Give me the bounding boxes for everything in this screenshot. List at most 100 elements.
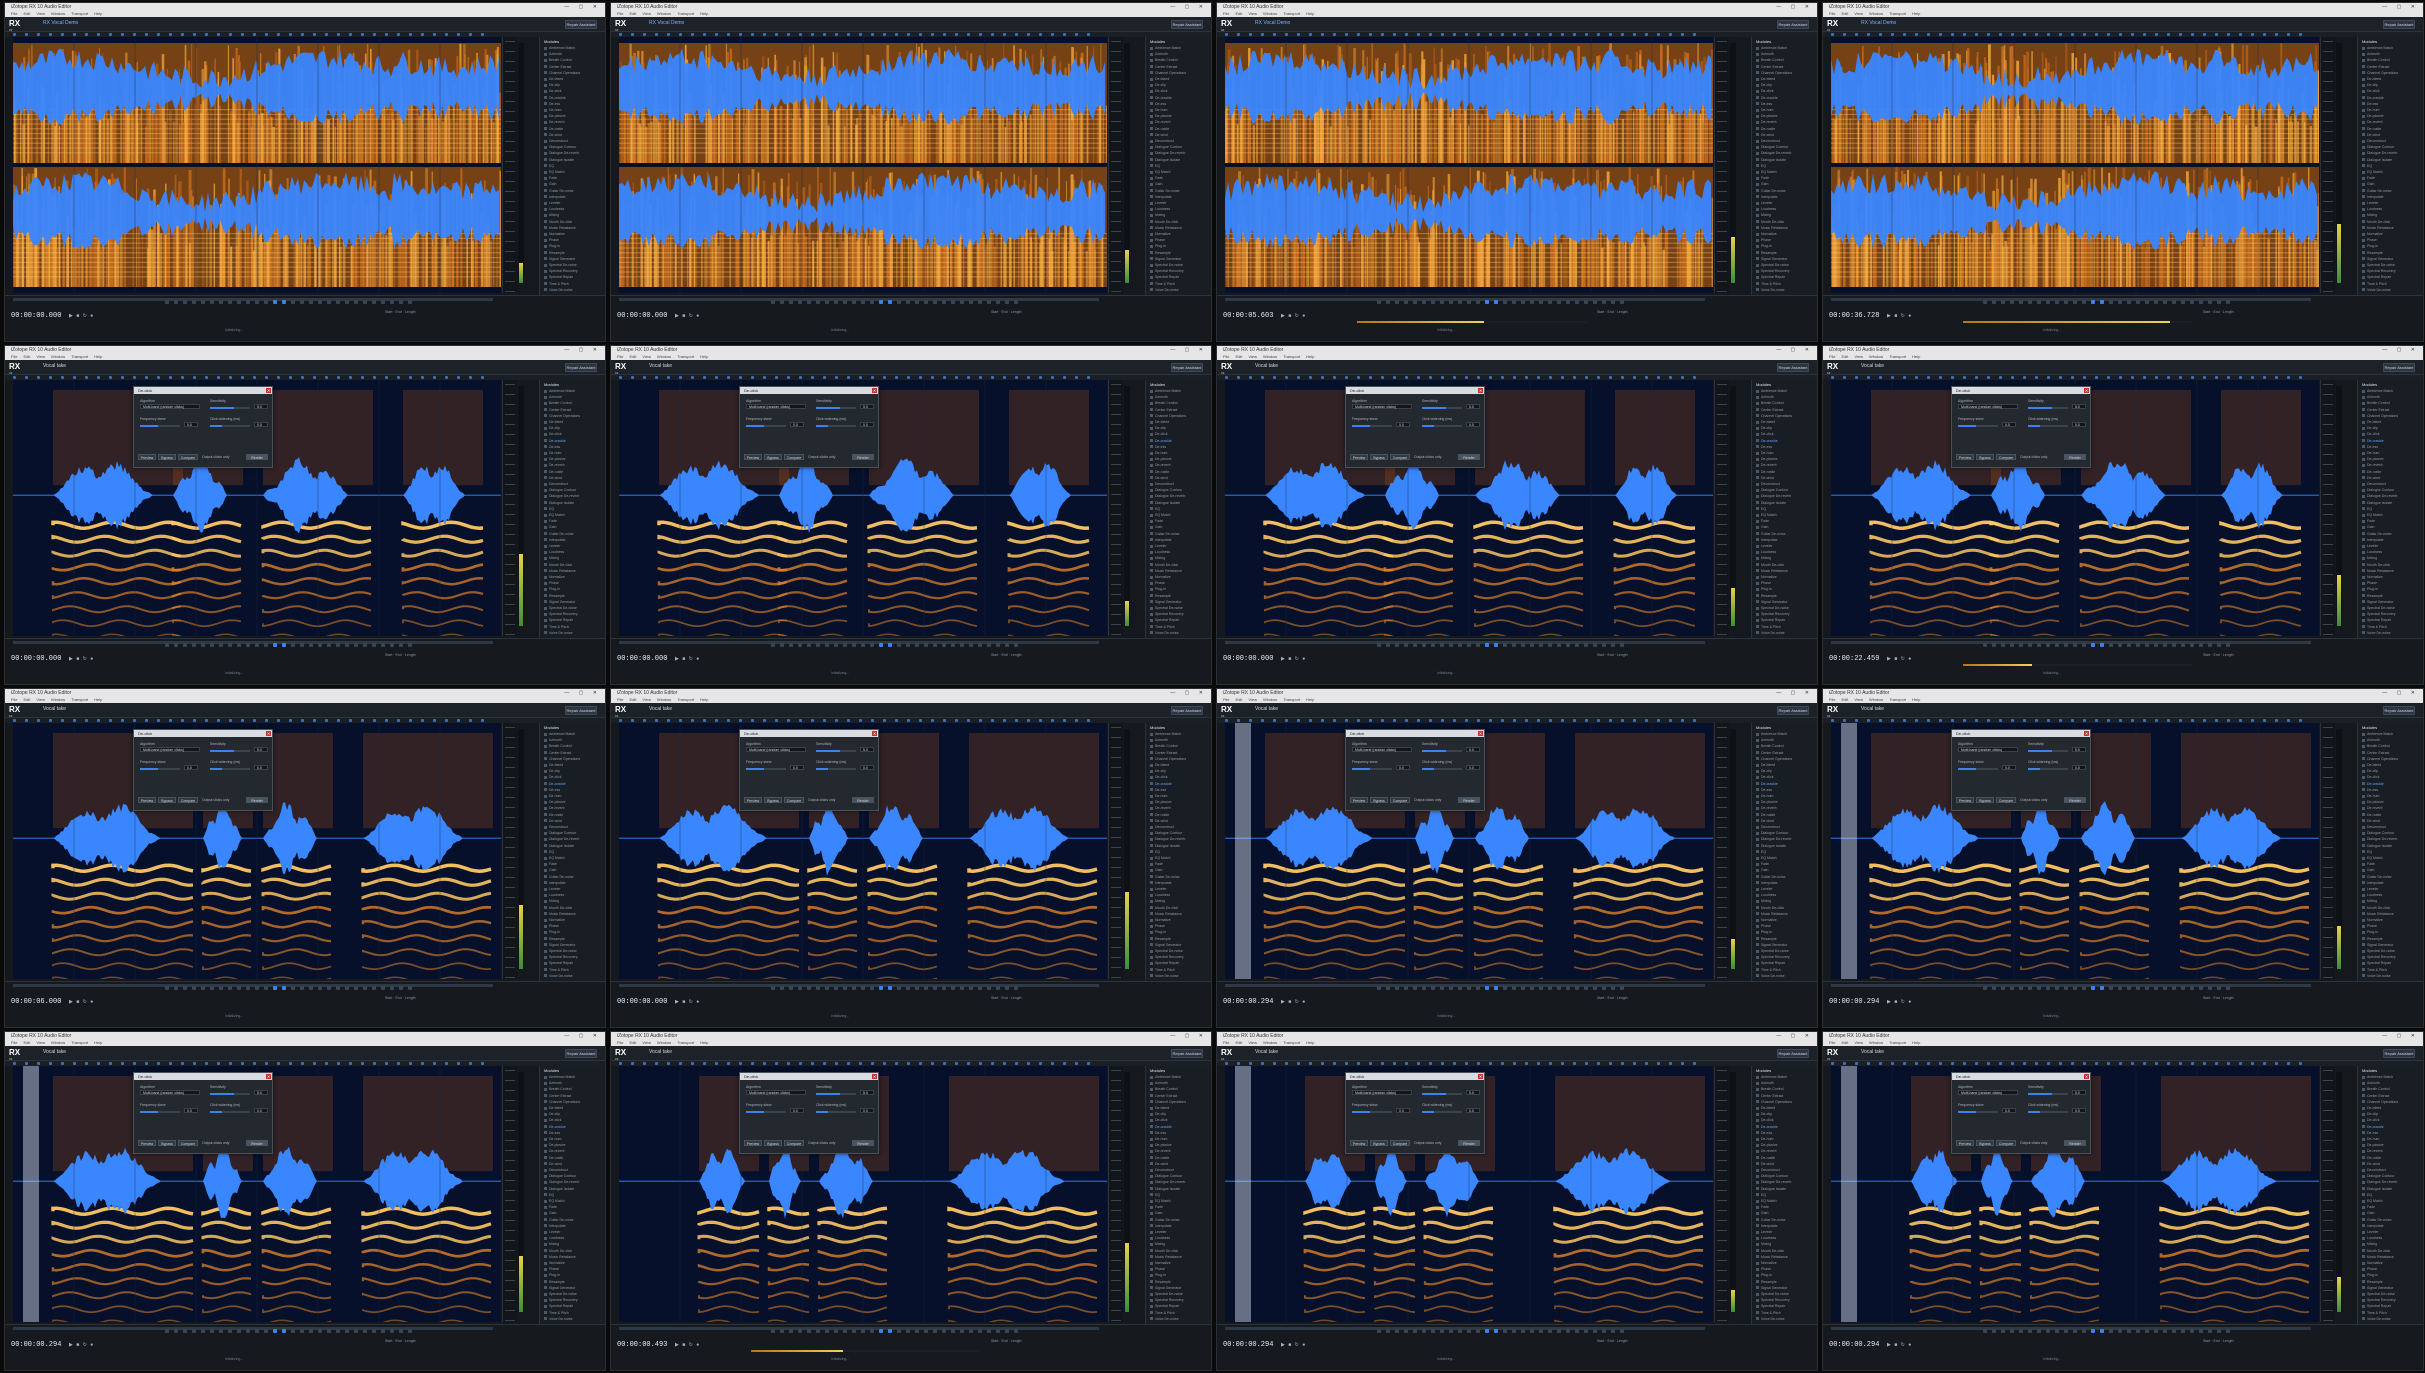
toolbar-tool-icon[interactable]: [2055, 300, 2059, 304]
toolbar-tool-icon[interactable]: [309, 300, 313, 304]
toolbar-tool-icon[interactable]: [363, 643, 367, 647]
module-item[interactable]: De-hum: [2362, 108, 2418, 113]
module-item[interactable]: Spectral Recovery: [2362, 612, 2418, 617]
menu-view[interactable]: View: [642, 11, 651, 16]
frequency-skew-value[interactable]: 0.0: [184, 422, 198, 427]
toolbar-tool-icon[interactable]: [183, 643, 187, 647]
module-item[interactable]: Gain: [2362, 182, 2418, 187]
toolbar-tool-icon[interactable]: [309, 643, 313, 647]
module-item[interactable]: Spectral Repair: [544, 618, 600, 623]
module-item[interactable]: Dialogue Contour: [1150, 145, 1206, 150]
menu-file[interactable]: File: [1829, 11, 1835, 16]
toolbar-tool-icon[interactable]: [345, 986, 349, 990]
module-item[interactable]: Azimuth: [1150, 395, 1206, 400]
module-item[interactable]: Dialogue Contour: [544, 488, 600, 493]
toolbar-tool-icon[interactable]: [960, 986, 964, 990]
module-item[interactable]: EQ: [544, 507, 600, 512]
module-item[interactable]: De-clip: [1756, 83, 1812, 88]
module-item[interactable]: De-reverb: [1150, 463, 1206, 468]
record-icon[interactable]: ●: [696, 313, 700, 319]
transport-controls[interactable]: ▶ ■ ↻ ●: [1281, 313, 1306, 319]
toolbar-tool-icon[interactable]: [219, 643, 223, 647]
toolbar-tool-icon[interactable]: [2154, 300, 2158, 304]
toolbar-tool-icon[interactable]: [1458, 643, 1462, 647]
toolbar-tool-icon[interactable]: [291, 300, 295, 304]
window-controls[interactable]: — ▢ ✕: [564, 689, 601, 697]
module-item[interactable]: De-bleed: [1150, 77, 1206, 82]
module-item[interactable]: Spectral Recovery: [544, 612, 600, 617]
menu-transport[interactable]: Transport: [1283, 11, 1300, 16]
module-item[interactable]: De-ess: [544, 445, 600, 450]
toolbar-tool-icon[interactable]: [201, 643, 205, 647]
module-item[interactable]: Mixing: [2362, 213, 2418, 218]
module-item[interactable]: Mouth De-click: [2362, 220, 2418, 225]
menu-window[interactable]: Window: [657, 697, 671, 702]
module-item[interactable]: De-plosive: [544, 114, 600, 119]
algorithm-select[interactable]: Multi-band (random clicks): [1958, 404, 2018, 409]
toolbar-tool-icon[interactable]: [2190, 643, 2194, 647]
toolbar-tool-icon[interactable]: [942, 300, 946, 304]
toolbar-tool-icon[interactable]: [870, 300, 874, 304]
module-item[interactable]: Resample: [1756, 594, 1812, 599]
toolbar-tool-icon[interactable]: [210, 643, 214, 647]
module-item[interactable]: Mixing: [1756, 213, 1812, 218]
module-item[interactable]: Ambience Match: [1756, 389, 1812, 394]
module-item[interactable]: Guitar De-noise: [544, 875, 600, 880]
menu-transport[interactable]: Transport: [677, 11, 694, 16]
toolbar-tool-icon[interactable]: [2064, 300, 2068, 304]
module-item[interactable]: De-rustle: [544, 813, 600, 818]
module-item[interactable]: De-rustle: [1756, 127, 1812, 132]
module-item[interactable]: Loudness: [2362, 550, 2418, 555]
window-controls[interactable]: — ▢ ✕: [2382, 3, 2419, 11]
toolbar-tool-icon[interactable]: [987, 986, 991, 990]
record-icon[interactable]: ●: [1908, 656, 1912, 662]
bypass-button[interactable]: Bypass: [1976, 454, 1994, 460]
toolbar-tool-icon[interactable]: [2136, 643, 2140, 647]
toolbar-tool-icon[interactable]: [771, 300, 775, 304]
menu-window[interactable]: Window: [51, 11, 65, 16]
toolbar-tool-icon[interactable]: [1431, 643, 1435, 647]
module-item[interactable]: De-hum: [544, 108, 600, 113]
loop-icon[interactable]: ↻: [83, 999, 88, 1005]
stop-icon[interactable]: ■: [682, 656, 686, 662]
module-item[interactable]: Deconstruct: [1756, 139, 1812, 144]
frequency-skew-value[interactable]: 0.0: [790, 765, 804, 770]
toolbar-tool-icon[interactable]: [327, 300, 331, 304]
module-item[interactable]: Spectral Recovery: [1756, 612, 1812, 617]
toolbar-tool-icon[interactable]: [978, 986, 982, 990]
repair-assistant-button[interactable]: Repair Assistant: [1171, 363, 1203, 372]
click-widening-value[interactable]: 0.0: [1466, 422, 1480, 427]
menu-window[interactable]: Window: [1263, 11, 1277, 16]
module-item[interactable]: Breath Control: [544, 401, 600, 406]
module-item[interactable]: Mouth De-click: [1150, 906, 1206, 911]
toolbar-tool-icon[interactable]: [1566, 643, 1570, 647]
toolbar-tool-icon[interactable]: [789, 300, 793, 304]
module-item[interactable]: De-clip: [544, 83, 600, 88]
module-item[interactable]: Center Extract: [544, 65, 600, 70]
toolbar-tool-icon[interactable]: [843, 643, 847, 647]
module-item[interactable]: Normalize: [2362, 575, 2418, 580]
toolbar-tool-icon[interactable]: [1422, 300, 1426, 304]
toolbar-tool-icon[interactable]: [807, 986, 811, 990]
module-item[interactable]: Time & Pitch: [1150, 968, 1206, 973]
toolbar-tool-icon[interactable]: [282, 643, 286, 647]
module-item[interactable]: Channel Operations: [1150, 757, 1206, 762]
module-item[interactable]: Breath Control: [1150, 401, 1206, 406]
menu-file[interactable]: File: [11, 354, 17, 359]
toolbar-tool-icon[interactable]: [372, 643, 376, 647]
module-item[interactable]: De-bleed: [2362, 77, 2418, 82]
window-controls[interactable]: — ▢ ✕: [1170, 3, 1207, 11]
toolbar-tool-icon[interactable]: [2037, 300, 2041, 304]
toolbar-tool-icon[interactable]: [861, 643, 865, 647]
toolbar-tool-icon[interactable]: [2172, 300, 2176, 304]
menu-help[interactable]: Help: [700, 354, 708, 359]
toolbar-tool-icon[interactable]: [2091, 643, 2095, 647]
toolbar-tool-icon[interactable]: [1377, 300, 1381, 304]
module-item[interactable]: Signal Generator: [1150, 943, 1206, 948]
module-item[interactable]: De-bleed: [544, 763, 600, 768]
module-item[interactable]: De-crackle: [1150, 96, 1206, 101]
toolbar-tool-icon[interactable]: [1476, 643, 1480, 647]
preview-button[interactable]: Preview: [1956, 454, 1974, 460]
module-item[interactable]: Loudness: [544, 893, 600, 898]
toolbar-tool-icon[interactable]: [174, 986, 178, 990]
